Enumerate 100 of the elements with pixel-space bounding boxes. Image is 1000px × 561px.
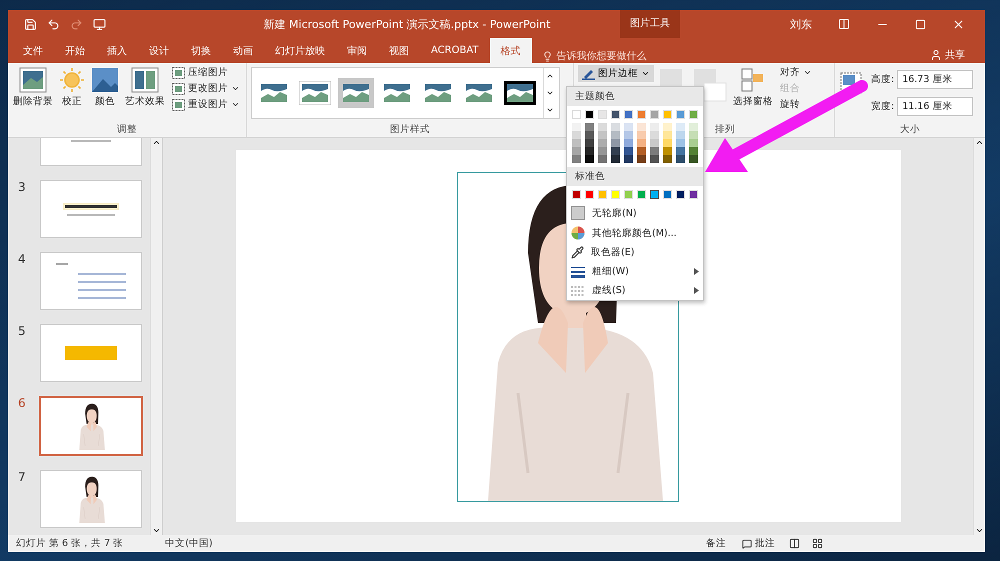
align-button[interactable]: 对齐	[778, 65, 814, 80]
color-swatch[interactable]	[624, 147, 633, 155]
color-swatch[interactable]	[663, 131, 672, 139]
redo-icon[interactable]	[70, 18, 83, 30]
color-swatch[interactable]	[663, 139, 672, 147]
notes-button[interactable]: 备注	[704, 536, 728, 551]
menu-item[interactable]: 粗细(W)	[567, 262, 703, 281]
color-swatch[interactable]	[676, 147, 685, 155]
ribbon-tab[interactable]: 审阅	[336, 38, 378, 63]
color-swatch[interactable]	[676, 123, 685, 131]
color-swatch[interactable]	[585, 131, 594, 139]
color-swatch[interactable]	[650, 139, 659, 147]
ribbon-display-icon[interactable]	[838, 18, 850, 30]
color-swatch[interactable]	[572, 155, 581, 163]
ribbon-tab[interactable]: 开始	[54, 38, 96, 63]
color-swatch[interactable]	[676, 155, 685, 163]
color-swatch[interactable]	[611, 155, 620, 163]
undo-icon[interactable]	[47, 18, 60, 30]
color-swatch[interactable]	[585, 123, 594, 131]
scroll-down-icon[interactable]	[152, 526, 161, 535]
color-swatch[interactable]	[611, 139, 620, 147]
ribbon-button[interactable]: 重设图片	[170, 97, 242, 112]
color-swatch[interactable]	[611, 147, 620, 155]
comments-button[interactable]: 批注	[740, 536, 777, 551]
color-swatch[interactable]	[598, 155, 607, 163]
ribbon-tab[interactable]: 格式	[490, 38, 532, 63]
ribbon-button[interactable]: 艺术效果	[124, 65, 166, 110]
color-swatch[interactable]	[663, 155, 672, 163]
ribbon-tab[interactable]: 插入	[96, 38, 138, 63]
color-swatch[interactable]	[624, 123, 633, 131]
color-swatch[interactable]	[637, 147, 646, 155]
slide-thumbnail[interactable]	[40, 180, 142, 238]
color-swatch[interactable]	[585, 155, 594, 163]
color-swatch[interactable]	[598, 139, 607, 147]
color-swatch[interactable]	[598, 147, 607, 155]
scroll-up-icon[interactable]	[975, 138, 984, 147]
ribbon-button[interactable]: 更改图片	[170, 81, 242, 96]
ribbon-tab[interactable]: 设计	[138, 38, 180, 63]
close-icon[interactable]	[952, 18, 965, 30]
slide-thumbnail[interactable]	[40, 324, 142, 382]
slide-thumbnail[interactable]	[40, 470, 142, 528]
ribbon-tab[interactable]: 视图	[378, 38, 420, 63]
color-swatch[interactable]	[650, 131, 659, 139]
color-swatch[interactable]	[585, 147, 594, 155]
color-swatch[interactable]	[637, 123, 646, 131]
share-button[interactable]: 共享	[924, 47, 971, 63]
color-swatch[interactable]	[663, 147, 672, 155]
ribbon-button[interactable]: 压缩图片	[170, 65, 242, 80]
slide-sorter-icon[interactable]	[812, 538, 823, 549]
color-swatch[interactable]	[689, 147, 698, 155]
ribbon-tab[interactable]: 动画	[222, 38, 264, 63]
color-swatch[interactable]	[650, 147, 659, 155]
menu-item[interactable]: 取色器(E)	[567, 243, 703, 262]
ribbon-button[interactable]: 颜色	[90, 65, 120, 110]
maximize-icon[interactable]	[915, 18, 926, 30]
color-swatch[interactable]	[676, 131, 685, 139]
normal-view-icon[interactable]	[789, 538, 800, 549]
slide-thumbnail[interactable]	[39, 396, 143, 456]
slideshow-icon[interactable]	[93, 18, 106, 30]
color-swatch[interactable]	[624, 139, 633, 147]
ribbon-button[interactable]: 校正	[58, 65, 86, 110]
menu-item[interactable]: 无轮廓(N)	[567, 203, 703, 223]
width-field[interactable]: 11.16 厘米	[897, 97, 974, 116]
scroll-down-icon[interactable]	[975, 526, 984, 535]
color-swatch[interactable]	[689, 123, 698, 131]
color-swatch[interactable]	[624, 155, 633, 163]
color-swatch[interactable]	[650, 155, 659, 163]
save-icon[interactable]	[24, 18, 37, 30]
ribbon-button[interactable]: 删除背景	[12, 65, 54, 110]
ribbon-tab[interactable]: 幻灯片放映	[264, 38, 336, 63]
color-swatch[interactable]	[598, 123, 607, 131]
color-swatch[interactable]	[637, 139, 646, 147]
color-swatch[interactable]	[689, 155, 698, 163]
picture-border-button[interactable]: 图片边框	[578, 65, 654, 82]
color-swatch[interactable]	[572, 139, 581, 147]
color-swatch[interactable]	[676, 139, 685, 147]
menu-item[interactable]: 其他轮廓颜色(M)...	[567, 223, 703, 243]
picture-style[interactable]	[502, 78, 538, 108]
color-swatch[interactable]	[689, 139, 698, 147]
color-swatch[interactable]	[637, 131, 646, 139]
menu-item[interactable]: 虚线(S)	[567, 281, 703, 300]
scroll-up-icon[interactable]	[152, 138, 161, 147]
color-swatch[interactable]	[650, 123, 659, 131]
color-swatch[interactable]	[585, 139, 594, 147]
ribbon-tab[interactable]: ACROBAT	[420, 38, 490, 63]
color-swatch[interactable]	[598, 131, 607, 139]
tell-me-field[interactable]: 告诉我你想要做什么	[556, 49, 646, 63]
slide-thumbnail[interactable]	[40, 252, 142, 310]
ribbon-tab[interactable]: 文件	[12, 38, 54, 63]
color-swatch[interactable]	[611, 123, 620, 131]
height-field[interactable]: 16.73 厘米	[897, 70, 974, 89]
color-swatch[interactable]	[611, 131, 620, 139]
color-swatch[interactable]	[572, 123, 581, 131]
rotate-button[interactable]: 旋转	[778, 97, 814, 112]
color-swatch[interactable]	[689, 131, 698, 139]
color-swatch[interactable]	[637, 155, 646, 163]
color-swatch[interactable]	[650, 190, 659, 199]
color-swatch[interactable]	[663, 123, 672, 131]
selection-pane-button[interactable]: 选择窗格	[732, 65, 774, 110]
color-swatch[interactable]	[572, 147, 581, 155]
